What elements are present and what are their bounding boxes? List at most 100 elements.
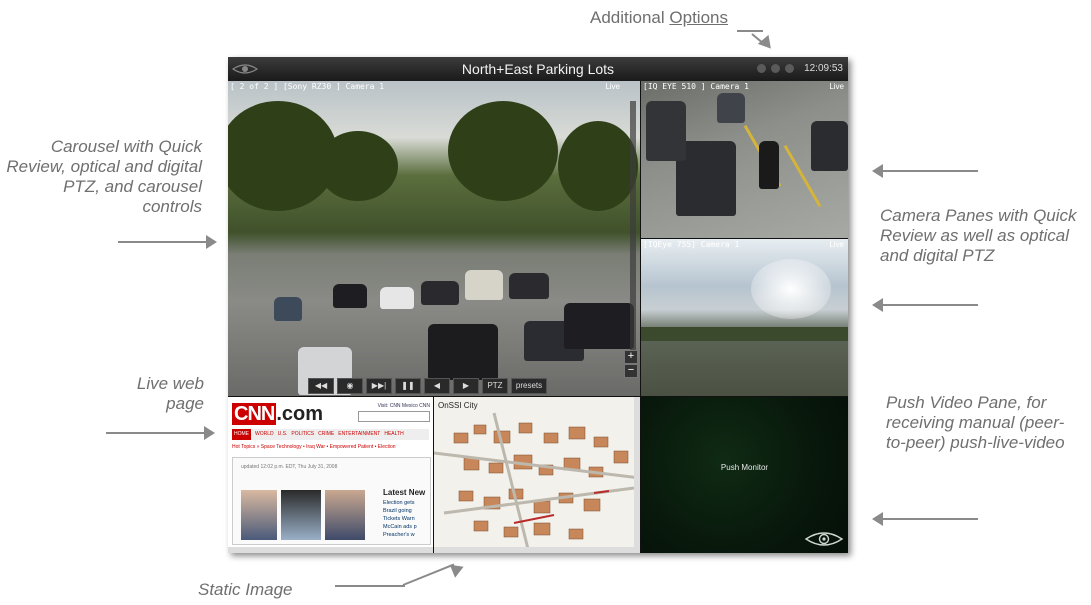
cnn-nav: HOME WORLD U.S. POLITICS CRIME ENTERTAIN… bbox=[232, 429, 429, 440]
hot-topics[interactable]: Hot Topics » Space Technology • Iraq War… bbox=[232, 444, 396, 450]
camera-panes-arrow-head-top bbox=[872, 164, 883, 178]
sun-glare bbox=[751, 259, 831, 319]
push-video-arrow-line bbox=[883, 518, 978, 520]
ptz-button[interactable]: PTZ bbox=[482, 378, 508, 394]
search-box[interactable] bbox=[358, 411, 430, 422]
distant-trees bbox=[641, 327, 848, 341]
tree bbox=[318, 131, 398, 201]
visit-links[interactable]: Visit: CNN Mexico CNN bbox=[378, 403, 430, 409]
nav-item-home[interactable]: HOME bbox=[232, 429, 251, 440]
parked-car bbox=[274, 297, 302, 321]
nav-item-crime[interactable]: CRIME bbox=[318, 429, 334, 440]
camera-label: [IQEye 755] Camera 1 bbox=[643, 240, 740, 249]
list-item[interactable]: Tickets Warn bbox=[383, 515, 417, 523]
parked-car bbox=[421, 281, 459, 305]
push-video-arrow-head bbox=[872, 512, 883, 526]
carousel-controls: ◀◀ ◉ ▶▶| ❚❚ ◀ ▶ PTZ presets bbox=[308, 378, 547, 394]
carousel-camera-pane[interactable]: [ 2 of 2 ] [Sony RZ30 ] Camera 1 Live + … bbox=[228, 81, 640, 396]
camera-panes-arrow-head-bottom bbox=[872, 298, 883, 312]
parked-car bbox=[646, 101, 686, 161]
camera-label: [ 2 of 2 ] [Sony RZ30 ] Camera 1 bbox=[230, 82, 385, 91]
news-photo[interactable] bbox=[325, 490, 365, 540]
motorcycle bbox=[759, 141, 779, 189]
eye-logo-icon bbox=[232, 64, 258, 74]
title-bar: North+East Parking Lots 12:09:53 bbox=[228, 57, 848, 81]
live-indicator: Live bbox=[829, 240, 844, 249]
horizontal-scrollbar[interactable] bbox=[434, 547, 634, 553]
camera-panes-arrow-line-top bbox=[883, 170, 978, 172]
carousel-arrow-head bbox=[206, 235, 217, 249]
zoom-out-button[interactable]: − bbox=[624, 364, 638, 378]
additional-options-arrow bbox=[737, 30, 763, 32]
camera-label: [IQ EYE 510 ] Camera 1 bbox=[643, 82, 749, 91]
rewind-button[interactable]: ◀◀ bbox=[308, 378, 334, 394]
latest-news-list: Election gets Brazil going Tickets Warn … bbox=[383, 499, 417, 539]
pause-button[interactable]: ❚❚ bbox=[395, 378, 421, 394]
live-web-page-pane[interactable]: CNN .com Visit: CNN Mexico CNN HOME WORLD… bbox=[228, 397, 433, 553]
static-image-annotation: Static Image bbox=[198, 580, 293, 599]
skip-button[interactable]: ▶▶| bbox=[366, 378, 392, 394]
parked-car bbox=[465, 270, 503, 300]
options-icon[interactable] bbox=[785, 64, 794, 73]
static-image-arrow-line bbox=[335, 585, 405, 587]
zoom-in-button[interactable]: + bbox=[624, 350, 638, 364]
carousel-annotation: Carousel with Quick Review, optical and … bbox=[6, 137, 202, 216]
eye-logo-icon bbox=[804, 532, 844, 546]
list-item[interactable]: Election gets bbox=[383, 499, 417, 507]
list-item[interactable]: Preacher's w bbox=[383, 531, 417, 539]
camera-panes-annotation: Camera Panes with Quick Review as well a… bbox=[880, 206, 1077, 265]
vertical-scrollbar[interactable] bbox=[634, 397, 640, 553]
live-web-page-arrow-head bbox=[204, 426, 215, 440]
parked-car bbox=[509, 273, 549, 299]
live-web-page-annotation: Live web page bbox=[136, 374, 204, 413]
camera-pane-2[interactable]: [IQ EYE 510 ] Camera 1 Live bbox=[641, 81, 848, 238]
nav-item-entertainment[interactable]: ENTERTAINMENT bbox=[338, 429, 380, 440]
next-button[interactable]: ▶ bbox=[453, 378, 479, 394]
quick-review-scrubber[interactable] bbox=[630, 101, 636, 351]
camera-pane-3[interactable]: [IQEye 755] Camera 1 Live bbox=[641, 239, 848, 396]
static-image-arrow-head bbox=[449, 560, 467, 578]
window-title: North+East Parking Lots bbox=[461, 61, 615, 77]
news-photo[interactable] bbox=[281, 490, 321, 540]
previous-button[interactable]: ◀ bbox=[424, 378, 450, 394]
power-icon[interactable] bbox=[757, 64, 766, 73]
tree bbox=[558, 121, 638, 211]
article-box: updated 12:02 p.m. EDT, Thu July 31, 200… bbox=[232, 457, 431, 545]
live-indicator: Live bbox=[605, 82, 620, 91]
live-web-page-arrow-line bbox=[106, 432, 206, 434]
list-item[interactable]: McCain ads p bbox=[383, 523, 417, 531]
nav-item-us[interactable]: U.S. bbox=[278, 429, 288, 440]
carousel-arrow-line bbox=[118, 241, 208, 243]
parked-car bbox=[333, 284, 367, 308]
parked-car bbox=[717, 93, 745, 123]
app-window: North+East Parking Lots 12:09:53 [ 2 of … bbox=[228, 57, 848, 553]
additional-options-arrow-head bbox=[757, 34, 777, 54]
presets-button[interactable]: presets bbox=[511, 378, 547, 394]
parked-car bbox=[380, 287, 414, 309]
push-video-annotation: Push Video Pane, for receiving manual (p… bbox=[886, 393, 1065, 452]
static-image-pane[interactable]: OnSSI City bbox=[434, 397, 640, 553]
push-monitor-label: Push Monitor bbox=[720, 463, 769, 472]
snapshot-button[interactable]: ◉ bbox=[337, 378, 363, 394]
parked-car bbox=[811, 121, 848, 171]
nav-item-health[interactable]: HEALTH bbox=[384, 429, 403, 440]
push-video-pane[interactable]: Push Monitor bbox=[641, 397, 848, 553]
latest-news-heading: Latest New bbox=[383, 488, 426, 497]
parked-car bbox=[428, 324, 498, 380]
nav-item-politics[interactable]: POLITICS bbox=[291, 429, 314, 440]
clock: 12:09:53 bbox=[804, 63, 843, 74]
list-item[interactable]: Brazil going bbox=[383, 507, 417, 515]
parked-car bbox=[564, 303, 634, 349]
updated-timestamp: updated 12:02 p.m. EDT, Thu July 31, 200… bbox=[241, 464, 338, 470]
camera-panes-arrow-line-bottom bbox=[883, 304, 978, 306]
additional-options-annotation: Additional Options bbox=[590, 8, 728, 27]
cnn-logo: CNN .com bbox=[232, 403, 324, 425]
tree bbox=[448, 101, 558, 201]
static-image-arrow-shaft bbox=[402, 563, 455, 586]
layout-icon[interactable] bbox=[771, 64, 780, 73]
horizontal-scrollbar[interactable] bbox=[228, 547, 433, 553]
news-photo[interactable] bbox=[241, 490, 277, 540]
nav-item-world[interactable]: WORLD bbox=[255, 429, 274, 440]
city-map-image bbox=[434, 412, 640, 553]
live-indicator: Live bbox=[829, 82, 844, 91]
